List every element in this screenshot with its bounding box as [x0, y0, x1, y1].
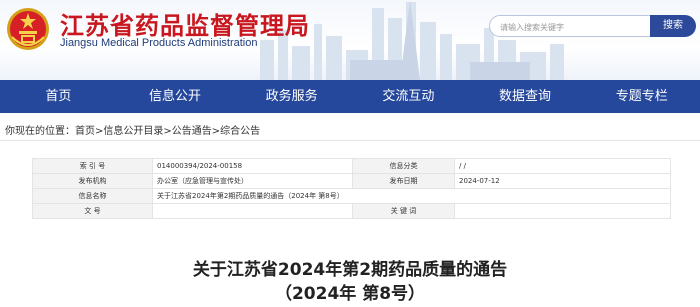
breadcrumb-separator: >: [211, 126, 221, 137]
nav-item-interaction[interactable]: 交流互动: [350, 80, 467, 113]
breadcrumb-prefix: 你现在的位置：: [5, 126, 75, 137]
table-row: 索 引 号 014000394/2024-00158 信息分类 / /: [32, 158, 671, 174]
nav-item-info-disclosure[interactable]: 信息公开: [117, 80, 234, 113]
document-info-table: 索 引 号 014000394/2024-00158 信息分类 / / 发布机构…: [32, 158, 671, 219]
name-value: 关于江苏省2024年第2期药品质量的通告（2024年 第8号）: [152, 188, 671, 204]
breadcrumb-divider: [0, 140, 700, 141]
docno-value: [152, 203, 353, 219]
org-label: 发布机构: [32, 173, 153, 189]
site-title: 江苏省药品监督管理局: [60, 12, 310, 40]
nav-item-special-topics[interactable]: 专题专栏: [583, 80, 700, 113]
org-value: 办公室（应急管理与宣传处）: [152, 173, 353, 189]
category-label: 信息分类: [352, 158, 455, 174]
name-label: 信息名称: [32, 188, 153, 204]
national-emblem-logo: [7, 8, 49, 50]
breadcrumb-general-notices[interactable]: 综合公告: [220, 126, 260, 137]
breadcrumb-home[interactable]: 首页: [75, 126, 95, 137]
breadcrumb-separator: >: [163, 126, 172, 137]
breadcrumb-info-catalog[interactable]: 信息公开目录: [103, 126, 163, 137]
search-box: [489, 15, 651, 37]
keywords-label: 关 键 词: [352, 203, 455, 219]
document-title-line2: （2024年 第8号）: [274, 284, 426, 304]
document-title-line1: 关于江苏省2024年第2期药品质量的通告: [192, 260, 508, 280]
date-value: 2024-07-12: [454, 173, 671, 189]
breadcrumb: 你现在的位置：首页>信息公开目录>公告通告>综合公告: [5, 122, 260, 137]
docno-label: 文 号: [32, 203, 153, 219]
index-value: 014000394/2024-00158: [152, 158, 353, 174]
date-label: 发布日期: [352, 173, 455, 189]
site-header: 江苏省药品监督管理局 Jiangsu Medical Products Admi…: [0, 0, 700, 80]
breadcrumb-announcements[interactable]: 公告通告: [172, 126, 212, 137]
table-row: 发布机构 办公室（应急管理与宣传处） 发布日期 2024-07-12: [32, 173, 671, 189]
table-row: 文 号 关 键 词: [32, 203, 671, 219]
category-value: / /: [454, 158, 671, 174]
document-title: 关于江苏省2024年第2期药品质量的通告 （2024年 第8号）: [0, 258, 700, 306]
site-title-english: Jiangsu Medical Products Administration: [60, 37, 258, 49]
search-input[interactable]: [498, 18, 647, 36]
table-row: 信息名称 关于江苏省2024年第2期药品质量的通告（2024年 第8号）: [32, 188, 671, 204]
search-button[interactable]: 搜索: [650, 15, 696, 37]
nav-item-gov-services[interactable]: 政务服务: [233, 80, 350, 113]
nav-item-data-query[interactable]: 数据查询: [467, 80, 584, 113]
keywords-value: [454, 203, 671, 219]
main-nav: 首页 信息公开 政务服务 交流互动 数据查询 专题专栏: [0, 80, 700, 113]
nav-item-home[interactable]: 首页: [0, 80, 117, 113]
index-label: 索 引 号: [32, 158, 153, 174]
